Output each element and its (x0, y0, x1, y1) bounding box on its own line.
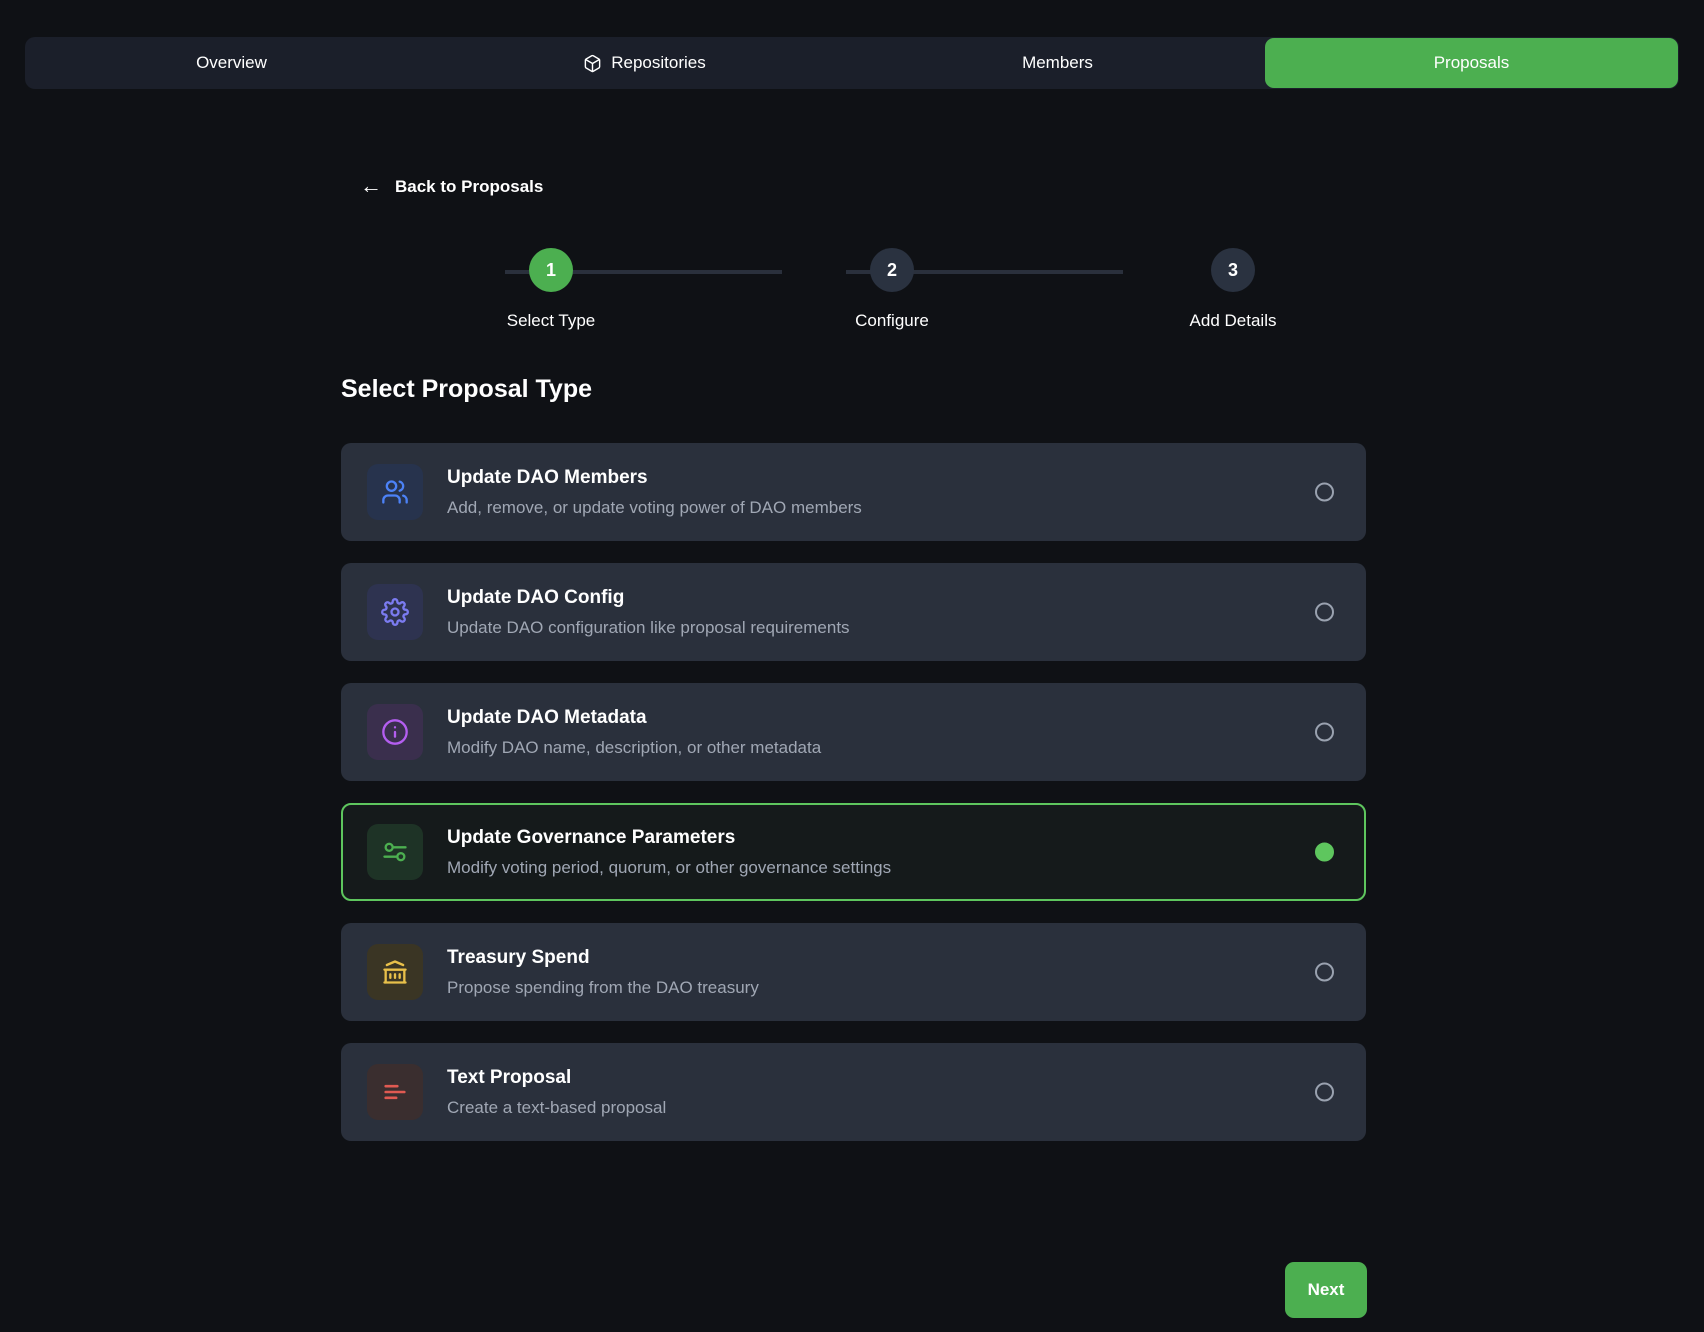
arrow-left-icon: ← (360, 173, 382, 198)
proposal-type-card-update-governance-parameters[interactable]: Update Governance Parameters Modify voti… (341, 803, 1366, 901)
stepper-step-1-number: 1 (529, 248, 573, 292)
proposal-type-title: Update Governance Parameters (447, 827, 736, 848)
stepper-step-3-label: Add Details (1189, 311, 1277, 330)
proposal-type-description: Create a text-based proposal (447, 1097, 667, 1117)
proposal-type-radio[interactable] (1315, 482, 1334, 502)
tab-members-label: Members (1022, 53, 1093, 72)
proposal-type-card-text-proposal[interactable]: Text Proposal Create a text-based propos… (341, 1043, 1366, 1141)
package-icon (583, 54, 602, 73)
proposal-type-card-update-dao-metadata[interactable]: Update DAO Metadata Modify DAO name, des… (341, 683, 1366, 781)
stepper-step-2-label: Configure (855, 311, 929, 330)
tab-proposals-label: Proposals (1433, 53, 1510, 72)
back-to-proposals-link[interactable]: ← Back to Proposals (360, 173, 544, 198)
users-icon (367, 464, 423, 520)
proposal-type-description: Add, remove, or update voting power of D… (447, 497, 862, 517)
stepper-step-3-number: 3 (1211, 248, 1255, 292)
tab-overview[interactable]: Overview (25, 37, 438, 89)
progress-stepper: 1 Select Type 2 Configure 3 Add Details (440, 248, 1276, 331)
proposal-type-title: Update DAO Members (447, 467, 648, 488)
proposal-type-radio[interactable] (1315, 842, 1334, 862)
sliders-icon (367, 824, 423, 880)
tab-repositories[interactable]: Repositories (438, 37, 851, 89)
card-text-block: Update DAO Config Update DAO configurati… (447, 586, 850, 638)
proposal-type-description: Modify DAO name, description, or other m… (447, 737, 822, 757)
proposal-type-description: Modify voting period, quorum, or other g… (447, 857, 892, 877)
stepper-step-add-details[interactable]: 3 Add Details (1168, 248, 1298, 331)
stepper-step-1-label: Select Type (506, 311, 596, 330)
proposal-type-title: Text Proposal (447, 1067, 572, 1088)
proposal-type-list: Update DAO Members Add, remove, or updat… (341, 443, 1366, 1163)
card-text-block: Update DAO Metadata Modify DAO name, des… (447, 706, 821, 758)
tab-members[interactable]: Members (851, 37, 1264, 89)
gear-icon (367, 584, 423, 640)
tab-proposals[interactable]: Proposals (1265, 38, 1678, 88)
proposal-type-title: Update DAO Config (447, 587, 625, 608)
proposal-type-title: Treasury Spend (447, 947, 590, 968)
proposal-type-card-update-dao-members[interactable]: Update DAO Members Add, remove, or updat… (341, 443, 1366, 541)
card-text-block: Treasury Spend Propose spending from the… (447, 946, 759, 998)
back-to-proposals-label: Back to Proposals (395, 177, 544, 196)
bank-icon (367, 944, 423, 1000)
proposal-type-radio[interactable] (1315, 1082, 1334, 1102)
card-text-block: Update Governance Parameters Modify voti… (447, 826, 891, 878)
stepper-step-select-type[interactable]: 1 Select Type (486, 248, 616, 331)
stepper-step-2-number: 2 (870, 248, 914, 292)
proposal-type-description: Update DAO configuration like proposal r… (447, 617, 850, 637)
proposal-type-radio[interactable] (1315, 602, 1334, 622)
proposal-type-title: Update DAO Metadata (447, 707, 647, 728)
tab-overview-label: Overview (196, 53, 267, 72)
next-button[interactable]: Next (1285, 1262, 1367, 1318)
stepper-step-configure[interactable]: 2 Configure (827, 248, 957, 331)
info-icon (367, 704, 423, 760)
page-title: Select Proposal Type (341, 375, 593, 403)
proposal-type-radio[interactable] (1315, 722, 1334, 742)
tab-repositories-label: Repositories (611, 53, 706, 72)
proposal-type-card-update-dao-config[interactable]: Update DAO Config Update DAO configurati… (341, 563, 1366, 661)
proposal-type-radio[interactable] (1315, 962, 1334, 982)
proposal-type-card-treasury-spend[interactable]: Treasury Spend Propose spending from the… (341, 923, 1366, 1021)
align-left-icon (367, 1064, 423, 1120)
card-text-block: Text Proposal Create a text-based propos… (447, 1066, 666, 1118)
main-tab-bar: Overview Repositories Members Proposals (25, 37, 1679, 89)
card-text-block: Update DAO Members Add, remove, or updat… (447, 466, 862, 518)
proposal-type-description: Propose spending from the DAO treasury (447, 977, 759, 997)
